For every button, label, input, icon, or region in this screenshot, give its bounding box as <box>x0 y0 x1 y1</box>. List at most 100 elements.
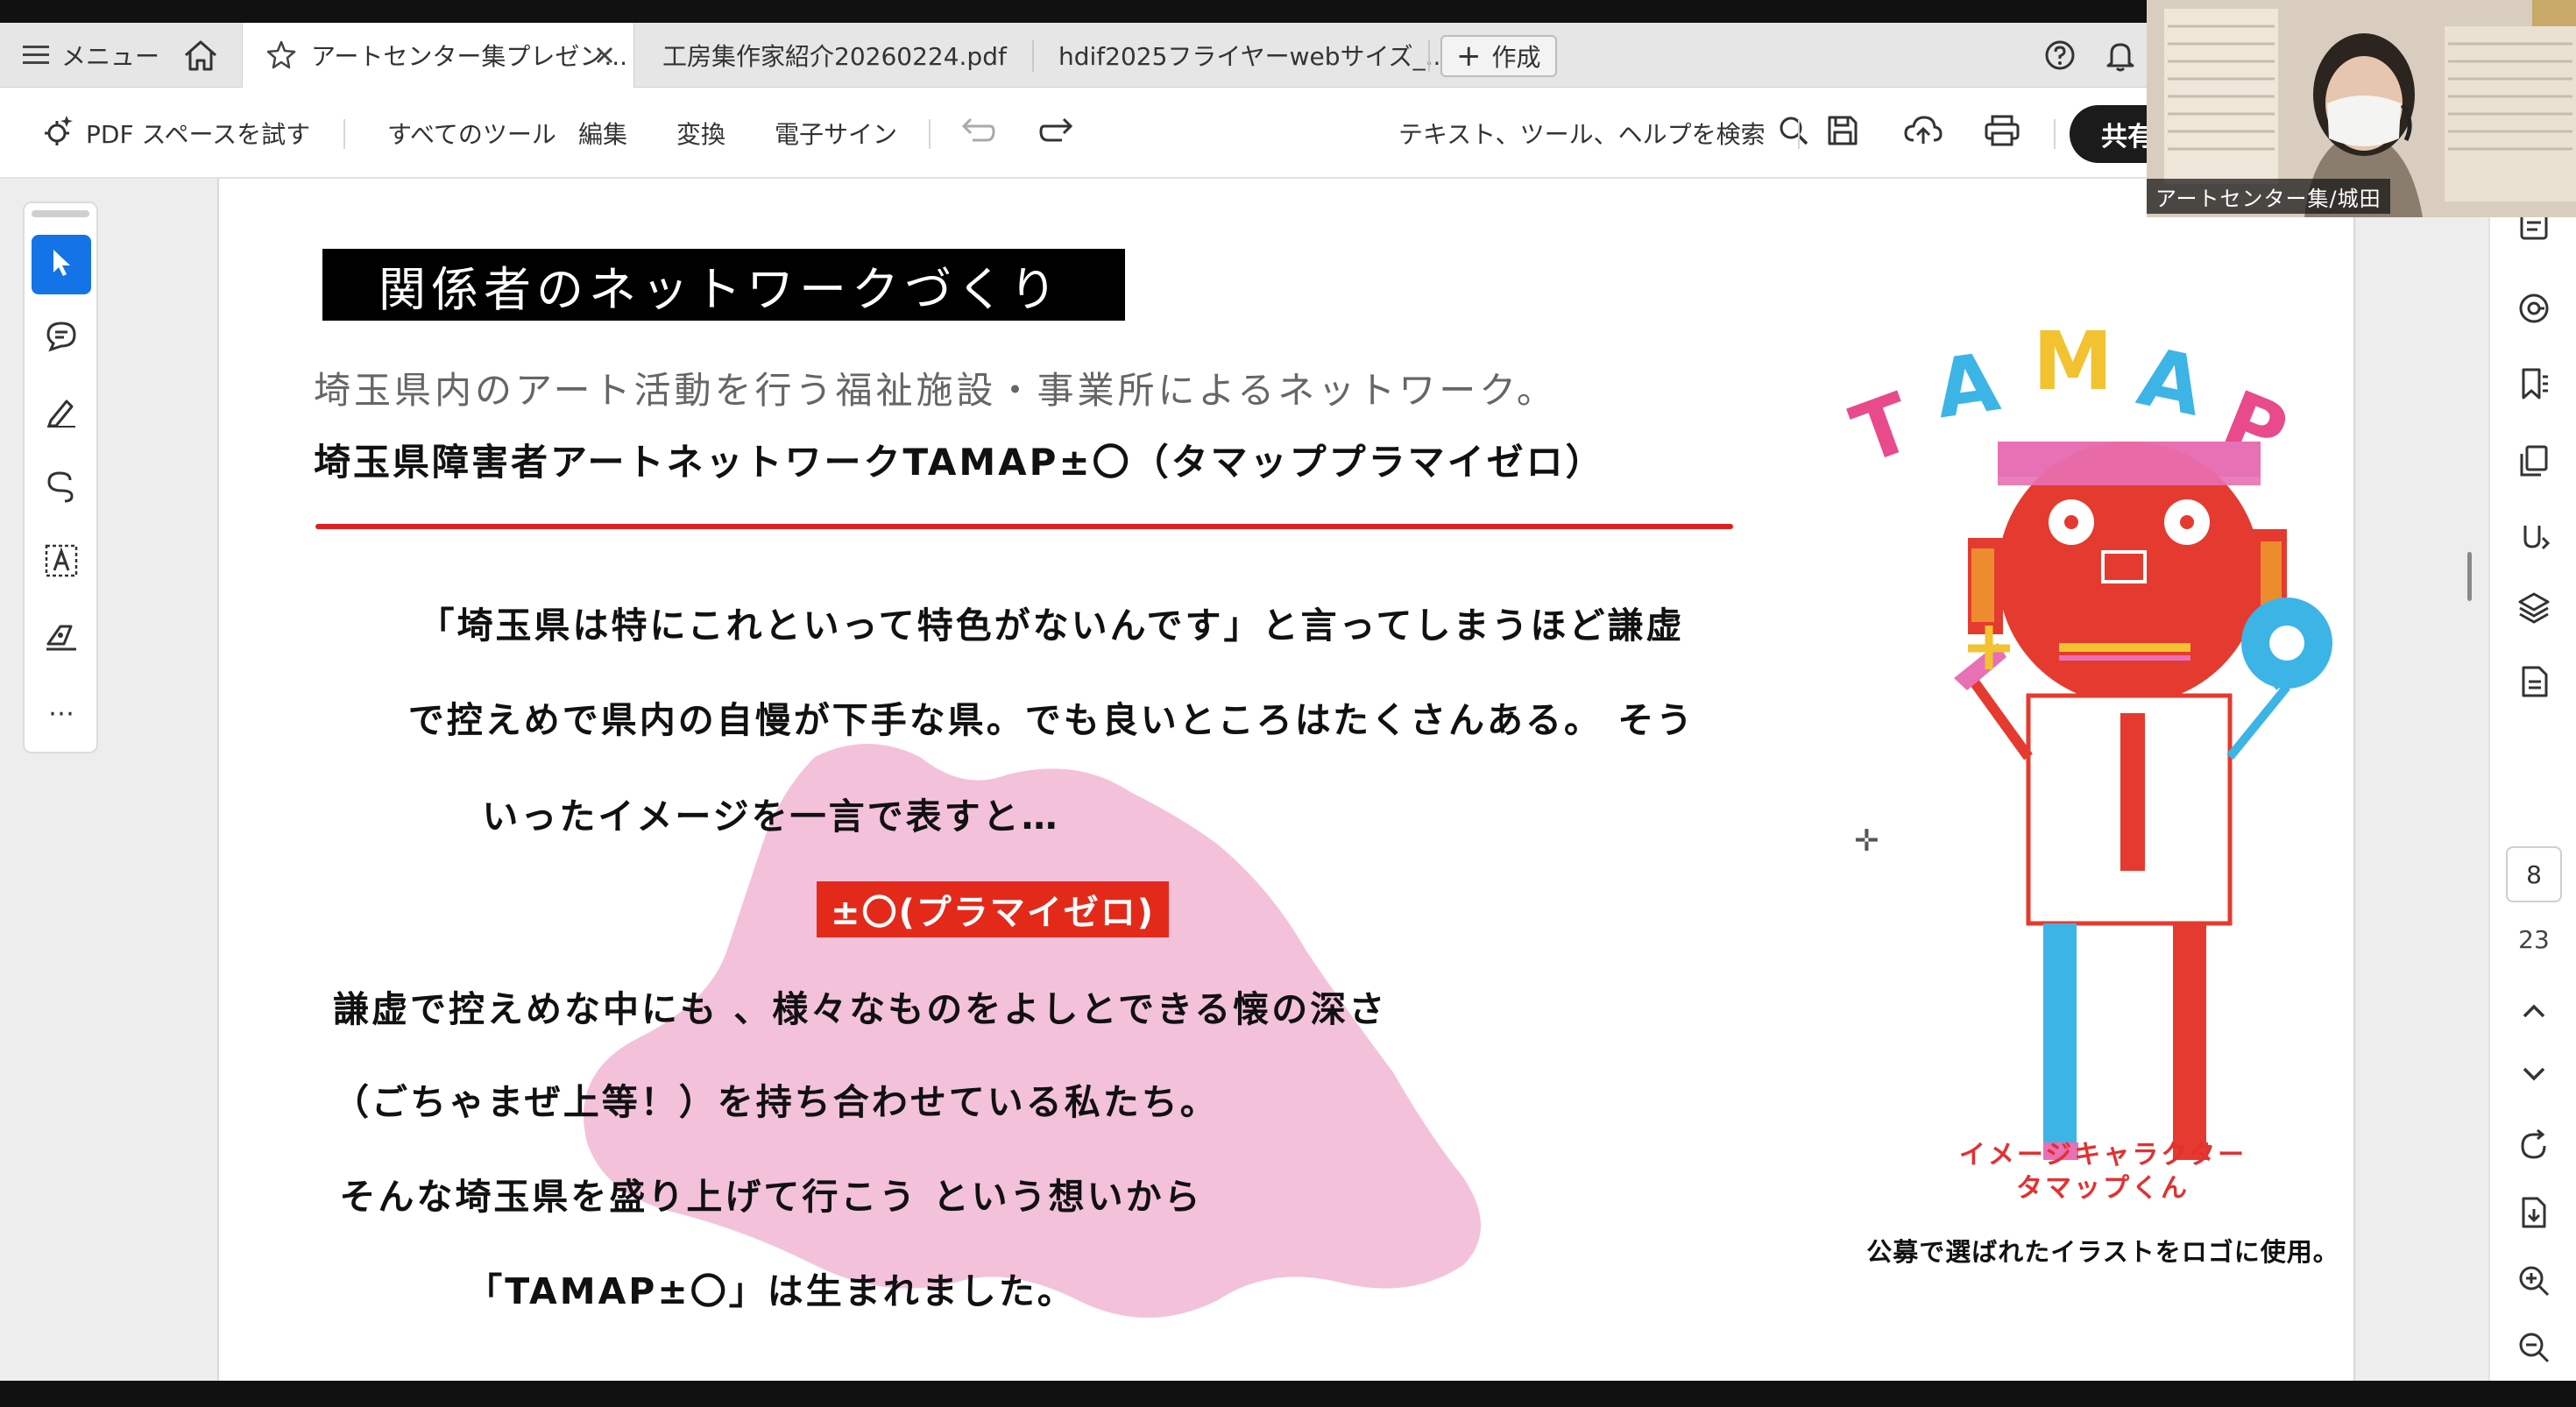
tab-active-document[interactable]: アートセンター集プレゼン... <box>242 23 634 88</box>
chevron-up-icon <box>2521 1002 2547 1023</box>
previous-page-button[interactable] <box>2511 990 2557 1036</box>
pages-button[interactable] <box>2511 440 2557 485</box>
zoom-in-icon <box>2516 1263 2551 1302</box>
section-heading: 関係者のネットワークづくり <box>322 249 1125 321</box>
current-page-input[interactable]: 8 <box>2506 846 2562 902</box>
crosshair-cursor-icon: ✛ <box>1854 824 1879 859</box>
tab-document-2[interactable]: 工房集作家紹介20260224.pdf <box>662 23 1007 88</box>
highlight-tool[interactable] <box>32 384 91 443</box>
pdf-space-button[interactable]: PDF スペースを試す <box>39 88 310 179</box>
tab-document-3[interactable]: hdif2025フライヤーwebサイズ_... <box>1058 23 1448 88</box>
toolbar-divider <box>929 119 931 149</box>
paragraph-line: 「埼玉県は特にこれといって特色がないんです」と言ってしまうほど謙虚 <box>418 605 1685 647</box>
cloud-upload-icon <box>1903 114 1943 153</box>
tab-label: hdif2025フライヤーwebサイズ_... <box>1058 42 1449 71</box>
more-icon: ⋯ <box>48 697 74 729</box>
tab-divider <box>1032 40 1034 72</box>
home-icon <box>182 38 219 73</box>
rotate-icon <box>2516 1128 2551 1167</box>
quick-tools-panel: ⋯ <box>23 202 98 753</box>
tab-label: 工房集作家紹介20260224.pdf <box>662 42 1007 71</box>
create-label: 作成 <box>1491 43 1541 72</box>
search-icon <box>1778 115 1809 152</box>
lasso-icon <box>44 470 79 508</box>
pdf-space-label: PDF スペースを試す <box>86 120 311 149</box>
select-tool[interactable] <box>32 235 91 294</box>
search-label: テキスト、ツール、ヘルプを検索 <box>1398 120 1766 149</box>
layers-icon <box>2516 590 2551 629</box>
undo-icon <box>959 116 997 152</box>
esign-button[interactable]: 電子サイン <box>775 88 897 179</box>
help-button[interactable] <box>2043 23 2077 88</box>
menu-label: メニュー <box>61 42 160 71</box>
plus-icon: + <box>1456 39 1482 74</box>
save-button[interactable] <box>1826 88 1859 179</box>
all-tools-button[interactable]: すべてのツール <box>387 88 556 179</box>
undo-button[interactable] <box>959 88 997 179</box>
annotations-button[interactable] <box>2511 287 2557 333</box>
svg-text:T: T <box>1841 375 1925 482</box>
all-tools-label: すべてのツール <box>387 120 556 149</box>
create-button[interactable]: + 作成 <box>1440 35 1557 77</box>
toolbar-divider <box>343 119 345 149</box>
redo-button[interactable] <box>1037 88 1076 179</box>
layers-button[interactable] <box>2511 587 2557 633</box>
bell-icon <box>2105 39 2136 72</box>
hamburger-icon <box>21 43 51 67</box>
paragraph-line: （ごちゃまぜ上等！）を持ち合わせている私たち。 <box>333 1081 1219 1123</box>
character-caption-line2: タマップくん <box>2016 1173 2190 1204</box>
print-button[interactable] <box>1984 88 2020 179</box>
copy-pages-icon <box>2516 443 2551 482</box>
zoom-in-button[interactable] <box>2511 1260 2557 1305</box>
vertical-scrollbar-thumb[interactable] <box>2467 552 2472 601</box>
next-page-button[interactable] <box>2511 1053 2557 1099</box>
total-pages: 23 <box>2518 925 2550 954</box>
network-subtitle: 埼玉県内のアート活動を行う福祉施設・事業所によるネットワーク。 <box>314 369 1557 412</box>
paragraph-line: いったイメージを一言で表すと… <box>482 795 1060 838</box>
at-comment-icon <box>2516 291 2551 329</box>
search-tools-button[interactable]: テキスト、ツール、ヘルプを検索 <box>1398 88 1809 179</box>
screen-bottom-border <box>0 1381 2576 1407</box>
comment-tool[interactable] <box>32 308 91 368</box>
rotate-button[interactable] <box>2511 1125 2557 1170</box>
star-icon[interactable] <box>265 39 297 71</box>
redo-icon <box>1037 116 1076 152</box>
svg-text:M: M <box>2033 315 2113 408</box>
zoom-out-button[interactable] <box>2511 1326 2557 1372</box>
bookmarks-button[interactable] <box>2511 363 2557 408</box>
home-button[interactable] <box>182 23 219 88</box>
sign-tool[interactable] <box>32 608 91 668</box>
text-box-icon <box>43 542 80 583</box>
participant-name: アートセンター集/城田 <box>2147 179 2390 214</box>
pen-sign-icon <box>43 618 80 658</box>
text-recognition-tool[interactable] <box>32 533 91 592</box>
panel-grip[interactable] <box>32 210 89 217</box>
comment-icon <box>44 319 79 357</box>
tab-label: アートセンター集プレゼン... <box>311 42 628 71</box>
paragraph-line: で控えめで県内の自慢が下手な県。でも良いところはたくさんある。 そう <box>407 699 1695 741</box>
convert-button[interactable]: 変換 <box>676 88 725 179</box>
page-download-icon <box>2516 1195 2551 1234</box>
menu-button[interactable]: メニュー <box>21 23 159 88</box>
toolbar-divider <box>2054 119 2056 149</box>
document-properties-button[interactable] <box>2511 661 2557 706</box>
paragraph-line: 「TAMAP±〇」は生まれました。 <box>466 1270 1076 1312</box>
link-button[interactable] <box>2511 515 2557 561</box>
notifications-button[interactable] <box>2105 23 2136 88</box>
share-label: 共有 <box>2101 122 2154 152</box>
pdf-page: 関係者のネットワークづくり 埼玉県内のアート活動を行う福祉施設・事業所によるネッ… <box>217 179 2355 1381</box>
more-tools-button[interactable]: ⋯ <box>32 683 91 743</box>
convert-label: 変換 <box>676 120 726 149</box>
close-tab-icon[interactable] <box>595 46 614 65</box>
extract-page-button[interactable] <box>2511 1191 2557 1237</box>
printer-icon <box>1984 114 2020 153</box>
bookmark-icon <box>2516 366 2551 405</box>
help-icon <box>2043 39 2077 72</box>
svg-text:A: A <box>1930 335 2005 436</box>
edit-button[interactable]: 編集 <box>578 88 627 179</box>
draw-tool[interactable] <box>32 459 91 519</box>
edit-label: 編集 <box>578 120 628 149</box>
logo-caption: 公募で選ばれたイラストをロゴに使用。 <box>1866 1237 2339 1267</box>
upload-cloud-button[interactable] <box>1903 88 1943 179</box>
chevron-down-icon <box>2521 1065 2547 1086</box>
